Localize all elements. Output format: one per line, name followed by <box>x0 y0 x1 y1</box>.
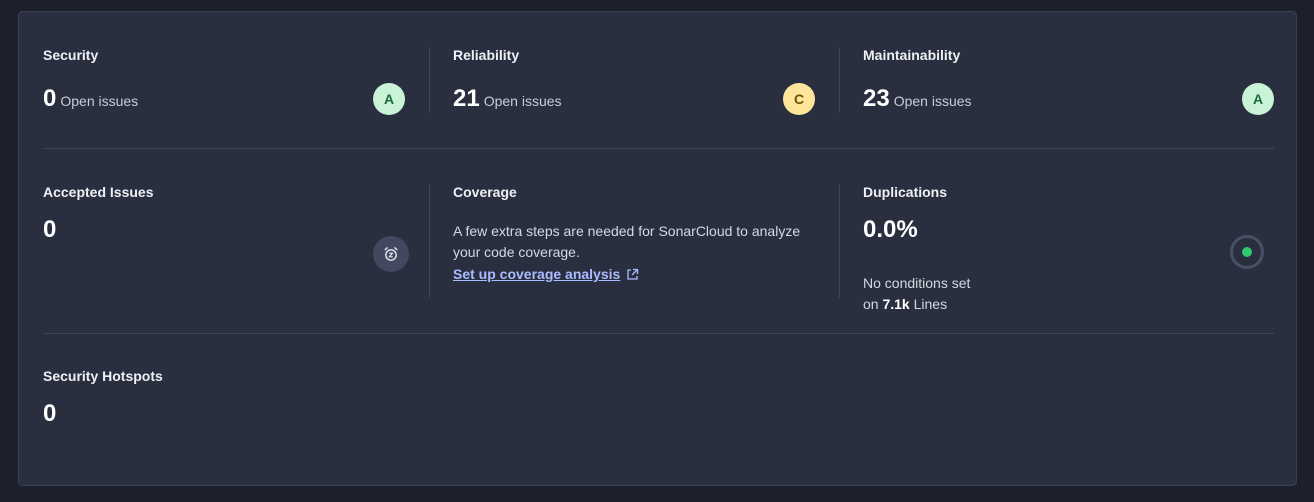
coverage-description: A few extra steps are needed for SonarCl… <box>453 223 801 260</box>
duplications-card[interactable]: Duplications 0.0% No conditions set on 7… <box>863 184 1274 312</box>
external-link-icon <box>627 268 639 280</box>
reliability-card[interactable]: Reliability 21 Open issues C <box>453 47 839 115</box>
coverage-row: Accepted Issues 0 Coverage A few extra s… <box>43 184 1274 312</box>
security-hotspots-count[interactable]: 0 <box>43 400 56 428</box>
note-suffix: Lines <box>913 296 948 312</box>
maintainability-card[interactable]: Maintainability 23 Open issues A <box>863 47 1274 115</box>
reliability-rating-badge[interactable]: C <box>783 83 815 115</box>
security-count[interactable]: 0 <box>43 85 56 112</box>
coverage-title: Coverage <box>453 184 517 200</box>
reliability-metric[interactable]: 21 Open issues <box>453 85 562 113</box>
accepted-issues-count[interactable]: 0 <box>43 216 56 244</box>
row-divider <box>43 148 1274 149</box>
security-hotspots-title: Security Hotspots <box>43 368 163 384</box>
alarm-clock-icon-svg <box>384 247 398 261</box>
maintainability-unit: Open issues <box>893 93 972 109</box>
setup-coverage-link[interactable]: Set up coverage analysis <box>453 266 639 282</box>
maintainability-metric[interactable]: 23 Open issues <box>863 85 972 113</box>
hotspots-row: Security Hotspots 0 <box>43 368 1274 428</box>
divider <box>429 47 430 113</box>
security-title: Security <box>43 47 99 63</box>
row-divider <box>43 333 1274 334</box>
security-rating-badge[interactable]: A <box>373 83 405 115</box>
duplications-title: Duplications <box>863 184 948 200</box>
issues-row: Security 0 Open issues A Reliability 21 Op… <box>43 47 1274 115</box>
measures-panel: Security 0 Open issues A Reliability 21 Op… <box>18 11 1297 486</box>
note-prefix: on <box>863 296 879 312</box>
maintainability-rating-badge[interactable]: A <box>1242 83 1274 115</box>
duplications-value[interactable]: 0.0% <box>863 216 918 244</box>
setup-coverage-link-label[interactable]: Set up coverage analysis <box>453 266 620 282</box>
security-metric[interactable]: 0 Open issues <box>43 85 138 113</box>
reliability-title: Reliability <box>453 47 520 63</box>
lines-count: 7.1k <box>882 296 910 312</box>
security-unit: Open issues <box>60 93 139 109</box>
coverage-card: Coverage A few extra steps are needed fo… <box>453 184 839 298</box>
maintainability-count[interactable]: 23 <box>863 85 890 112</box>
reliability-count[interactable]: 21 <box>453 85 480 112</box>
security-hotspots-card[interactable]: Security Hotspots 0 <box>43 368 429 428</box>
reliability-unit: Open issues <box>483 93 562 109</box>
alarm-clock-icon <box>373 236 409 272</box>
accepted-issues-card[interactable]: Accepted Issues 0 <box>43 184 429 298</box>
security-card[interactable]: Security 0 Open issues A <box>43 47 429 115</box>
accepted-issues-title: Accepted Issues <box>43 184 154 200</box>
divider <box>429 184 430 298</box>
divider <box>839 184 840 298</box>
duplications-note: No conditions set on 7.1k Lines <box>863 273 970 315</box>
duplications-note-line2: on 7.1k Lines <box>863 294 970 315</box>
duplications-indicator-icon <box>1230 235 1264 269</box>
maintainability-title: Maintainability <box>863 47 961 63</box>
duplications-note-line1: No conditions set <box>863 275 971 291</box>
divider <box>839 47 840 113</box>
